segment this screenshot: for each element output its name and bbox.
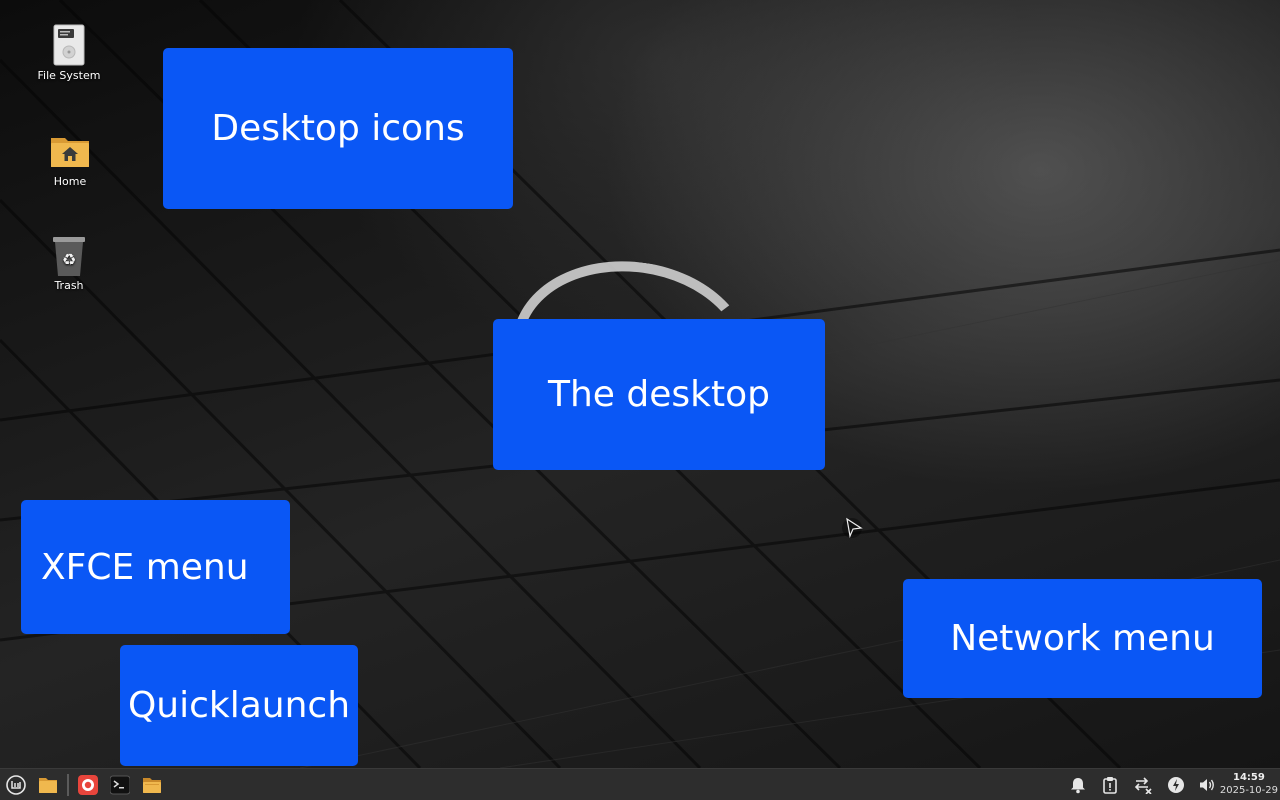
clipboard-icon[interactable] xyxy=(1101,776,1119,794)
callout-the-desktop: The desktop xyxy=(493,319,825,470)
desktop-icon-label: File System xyxy=(37,69,101,82)
bottom-panel: 14:59 2025-10-29 xyxy=(0,768,1280,800)
callout-xfce-menu: XFCE menu xyxy=(21,500,290,634)
power-icon[interactable] xyxy=(1167,776,1185,794)
clock-date: 2025-10-29 xyxy=(1219,785,1278,796)
folder-icon[interactable] xyxy=(38,775,58,795)
svg-text:♻: ♻ xyxy=(62,250,76,269)
clock-time: 14:59 xyxy=(1233,772,1265,783)
callout-network-menu: Network menu xyxy=(903,579,1262,698)
mint-menu-icon[interactable] xyxy=(6,775,26,795)
mouse-cursor-icon xyxy=(842,517,863,539)
callout-desktop-icons: Desktop icons xyxy=(163,48,513,209)
terminal-icon[interactable] xyxy=(110,775,130,795)
desktop-icon-trash[interactable]: ♻ Trash xyxy=(24,234,114,292)
callout-quicklaunch: Quicklaunch xyxy=(120,645,358,766)
desktop-icon-label: Trash xyxy=(54,279,84,292)
desktop-background[interactable]: File System Home ♻ Trash Desktop icons T… xyxy=(0,0,1280,768)
volume-icon[interactable] xyxy=(1198,776,1216,794)
notification-bell-icon[interactable] xyxy=(1069,776,1087,794)
trash-icon: ♻ xyxy=(49,234,89,276)
desktop-icon-file-system[interactable]: File System xyxy=(24,24,114,82)
network-disconnected-icon[interactable] xyxy=(1134,776,1152,794)
panel-separator xyxy=(67,774,69,796)
file-manager-icon[interactable] xyxy=(142,775,162,795)
desktop-icon-home[interactable]: Home xyxy=(25,130,115,188)
drive-harddisk-icon xyxy=(49,24,89,66)
panel-clock[interactable]: 14:59 2025-10-29 xyxy=(1220,772,1278,798)
home-folder-icon xyxy=(50,130,90,170)
firefox-icon[interactable] xyxy=(78,775,98,795)
desktop-icon-label: Home xyxy=(53,175,87,188)
